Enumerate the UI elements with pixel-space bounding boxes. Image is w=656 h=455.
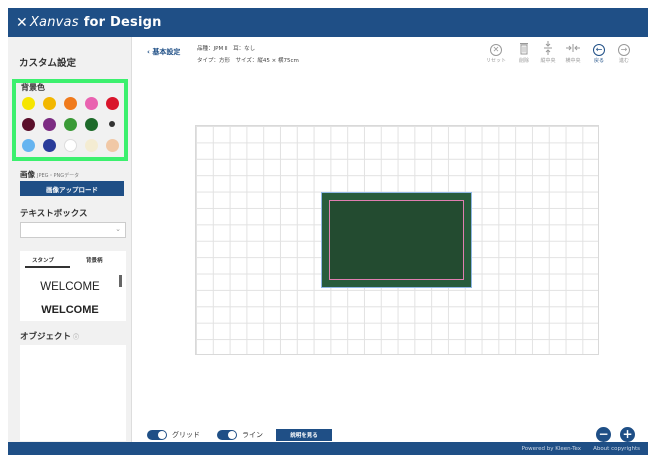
color-swatch-2-4[interactable] bbox=[105, 138, 119, 152]
object-label-text: オブジェクト bbox=[20, 332, 72, 342]
color-palette bbox=[20, 95, 124, 157]
color-swatch-0-2[interactable] bbox=[63, 96, 77, 110]
undo-icon: ← bbox=[587, 40, 611, 56]
grid-toggle[interactable] bbox=[147, 430, 167, 440]
bottom-controls: グリッド ライン 説明を見る − + bbox=[133, 426, 648, 442]
line-toggle[interactable] bbox=[217, 430, 237, 440]
zoom-in-button[interactable]: + bbox=[620, 427, 635, 442]
trash-icon bbox=[512, 40, 536, 56]
color-swatch-0-1[interactable] bbox=[42, 96, 56, 110]
reset-icon: ✕ bbox=[484, 40, 508, 56]
color-swatch-1-0[interactable] bbox=[21, 117, 35, 131]
tab-stamp[interactable]: スタンプ bbox=[32, 256, 54, 264]
image-upload-button[interactable]: 画像アップロード bbox=[20, 181, 124, 196]
color-swatch-0-4[interactable] bbox=[105, 96, 119, 110]
reset-button[interactable]: ✕ リセット bbox=[484, 40, 508, 64]
delete-label: 削除 bbox=[518, 58, 529, 64]
logo-suffix: for Design bbox=[83, 15, 162, 30]
rug-design[interactable] bbox=[321, 192, 472, 288]
product-line-2: タイプ：方形 サイズ：縦45 × 横75cm bbox=[197, 58, 299, 64]
vertical-center-icon bbox=[536, 40, 560, 56]
copyright-link[interactable]: About copyrights bbox=[593, 446, 640, 452]
app-logo: ✕ Xanvas for Design bbox=[16, 15, 162, 31]
tab-bg-pattern[interactable]: 背景柄 bbox=[86, 256, 103, 264]
color-swatch-1-1[interactable] bbox=[42, 117, 56, 131]
app-frame: ✕ Xanvas for Design カスタム設定 背景色 画像 JPEG・PN… bbox=[8, 8, 648, 455]
redo-button[interactable]: → 進む bbox=[612, 40, 636, 64]
active-tab-indicator bbox=[25, 266, 70, 268]
stamp-item-welcome-bold[interactable]: WELCOME bbox=[20, 304, 120, 316]
image-label-sub: JPEG・PNGデータ bbox=[37, 173, 80, 179]
horizontal-center-label: 横中央 bbox=[565, 58, 581, 64]
stamp-item-welcome-regular[interactable]: WELCOME bbox=[20, 281, 120, 293]
sidebar-title: カスタム設定 bbox=[19, 58, 77, 69]
color-swatch-1-2[interactable] bbox=[63, 117, 77, 131]
footer: Powered by Kleen-Tex About copyrights bbox=[8, 442, 648, 455]
view-explanation-button[interactable]: 説明を見る bbox=[276, 429, 332, 441]
image-label-text: 画像 bbox=[20, 170, 35, 179]
color-swatch-2-2[interactable] bbox=[63, 138, 77, 152]
chevron-down-icon: ⌄ bbox=[115, 225, 121, 233]
stamp-panel: スタンプ 背景柄 WELCOME WELCOME bbox=[20, 251, 126, 321]
horizontal-center-button[interactable]: 横中央 bbox=[561, 40, 585, 64]
object-list bbox=[20, 345, 126, 441]
color-swatch-2-3[interactable] bbox=[84, 138, 98, 152]
color-swatch-2-0[interactable] bbox=[21, 138, 35, 152]
back-to-basic-settings[interactable]: ‹ 基本設定 bbox=[147, 47, 180, 57]
powered-by-link[interactable]: Powered by Kleen-Tex bbox=[522, 446, 581, 452]
textbox-select[interactable]: ⌄ bbox=[20, 222, 126, 238]
product-line-1: 品種：JPM Ⅱ 耳：なし bbox=[197, 46, 256, 52]
main-header: ‹ 基本設定 品種：JPM Ⅱ 耳：なし タイプ：方形 サイズ：縦45 × 横7… bbox=[133, 37, 648, 73]
sidebar: カスタム設定 背景色 画像 JPEG・PNGデータ 画像アップロード テキストボッ… bbox=[8, 37, 132, 442]
vertical-center-label: 縦中央 bbox=[540, 58, 556, 64]
vertical-center-button[interactable]: 縦中央 bbox=[536, 40, 560, 64]
top-bar: ✕ Xanvas for Design bbox=[8, 8, 648, 37]
undo-button[interactable]: ← 戻る bbox=[587, 40, 611, 64]
line-toggle-label: ライン bbox=[242, 431, 263, 439]
color-swatch-1-3[interactable] bbox=[84, 117, 98, 131]
redo-label: 進む bbox=[618, 58, 629, 64]
x-logo-icon: ✕ bbox=[16, 14, 28, 31]
horizontal-center-icon bbox=[561, 40, 585, 56]
color-swatch-1-4[interactable] bbox=[109, 121, 115, 127]
color-swatch-2-1[interactable] bbox=[42, 138, 56, 152]
undo-label: 戻る bbox=[593, 58, 604, 64]
design-canvas[interactable] bbox=[133, 73, 648, 426]
delete-button[interactable]: 削除 bbox=[512, 40, 536, 64]
zoom-out-button[interactable]: − bbox=[596, 427, 611, 442]
color-swatch-0-0[interactable] bbox=[21, 96, 35, 110]
redo-icon: → bbox=[612, 40, 636, 56]
product-info: 品種：JPM Ⅱ 耳：なし タイプ：方形 サイズ：縦45 × 横75cm bbox=[197, 43, 299, 67]
textbox-label: テキストボックス bbox=[20, 209, 88, 219]
reset-label: リセット bbox=[485, 58, 506, 64]
object-label: オブジェクト ⓘ bbox=[20, 330, 79, 342]
rug-inner-border bbox=[329, 200, 464, 280]
image-label: 画像 JPEG・PNGデータ bbox=[20, 169, 79, 180]
logo-prefix: Xanvas bbox=[29, 15, 79, 30]
grid-toggle-label: グリッド bbox=[172, 431, 200, 439]
color-swatch-0-3[interactable] bbox=[84, 96, 98, 110]
info-icon[interactable]: ⓘ bbox=[73, 334, 79, 341]
